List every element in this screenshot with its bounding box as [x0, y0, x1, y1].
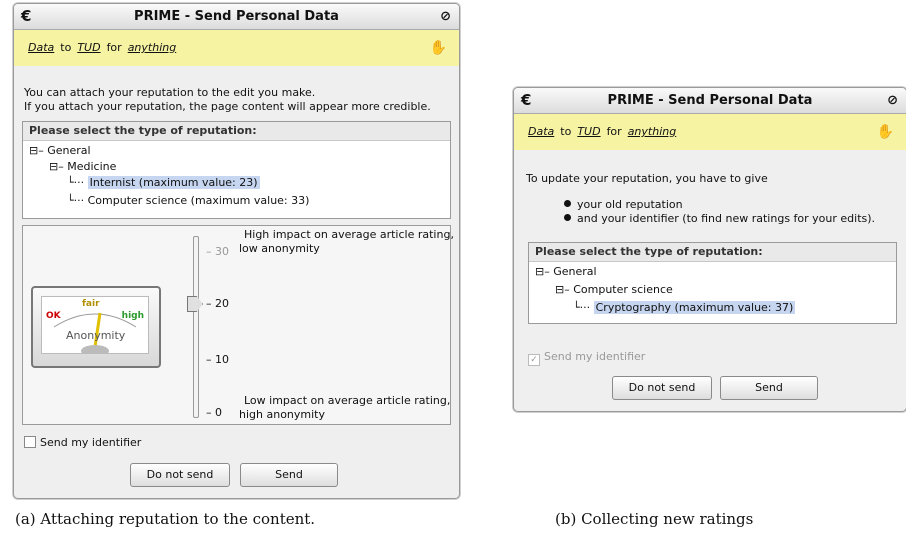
data-link[interactable]: Data: [28, 41, 54, 54]
bullet-old-reputation: your old reputation: [564, 198, 683, 211]
bullet-icon: [564, 214, 571, 221]
purpose-link[interactable]: anything: [128, 41, 177, 54]
tick-30-label: 30: [215, 245, 229, 258]
tree-label-general: General: [553, 265, 597, 278]
high-impact-note-2: low anonymity: [239, 242, 320, 255]
close-icon[interactable]: ⊘: [440, 4, 451, 29]
purpose-link[interactable]: anything: [628, 125, 677, 138]
banner-to: to: [560, 125, 572, 138]
close-icon[interactable]: ⊘: [887, 88, 898, 113]
tree-node-medicine[interactable]: ⊟– Medicine: [49, 160, 116, 173]
slider-tick-20: – 20: [206, 297, 229, 310]
guard-icon: ✋: [876, 124, 894, 140]
tree-label-medicine: Medicine: [67, 160, 117, 173]
low-impact-note-1: Low impact on average article rating,: [244, 394, 451, 407]
slider-tick-0: – 0: [206, 406, 222, 419]
tree-node-computer-science[interactable]: ⊟– Computer science: [555, 283, 673, 296]
bullet-label-1: your old reputation: [577, 198, 683, 211]
recipient-banner: Data to TUD for anything ✋: [514, 114, 906, 150]
checkbox-box[interactable]: [24, 436, 36, 448]
guard-icon: ✋: [429, 40, 447, 56]
rating-slider-track[interactable]: [193, 236, 199, 418]
reputation-type-panel: Please select the type of reputation: ⊟–…: [528, 242, 897, 324]
low-impact-note-2: high anonymity: [239, 408, 325, 421]
tree-label-general: General: [47, 144, 91, 157]
bullet-label-2: and your identifier (to find new ratings…: [577, 212, 876, 225]
window-title: PRIME - Send Personal Data: [134, 9, 339, 24]
tree-node-general[interactable]: ⊟– General: [535, 265, 597, 278]
tree-label-computer-science: Computer science (maximum value: 33): [87, 194, 310, 207]
bullet-identifier: and your identifier (to find new ratings…: [564, 212, 875, 225]
checkbox-label: Send my identifier: [40, 436, 142, 449]
send-identifier-checkbox[interactable]: Send my identifier: [24, 436, 141, 449]
recipient-link[interactable]: TUD: [577, 125, 600, 138]
tree-label-computer-science: Computer science: [573, 283, 673, 296]
c-logo-icon: €: [521, 91, 532, 109]
do-not-send-button[interactable]: Do not send: [130, 463, 230, 487]
data-link[interactable]: Data: [528, 125, 554, 138]
send-button[interactable]: Send: [240, 463, 338, 487]
dialog-attach-reputation: € PRIME - Send Personal Data ⊘ Data to TUD…: [13, 3, 460, 499]
tick-10-label: 10: [215, 353, 229, 366]
slider-tick-30: – 30: [206, 245, 229, 258]
intro-text-1: You can attach your reputation to the ed…: [24, 86, 316, 99]
window-title: PRIME - Send Personal Data: [607, 93, 813, 108]
tree-node-cryptography[interactable]: └··· Cryptography (maximum value: 37): [573, 301, 796, 314]
rating-slider-thumb[interactable]: [187, 296, 203, 312]
gauge-high-label: high: [121, 311, 144, 321]
tree-node-internist[interactable]: └··· Internist (maximum value: 23): [67, 176, 260, 189]
send-button[interactable]: Send: [720, 376, 818, 400]
title-bar: € PRIME - Send Personal Data ⊘: [514, 88, 906, 114]
caption-b: (b) Collecting new ratings: [555, 510, 754, 528]
checkbox-label: Send my identifier: [544, 350, 646, 363]
dialog-collect-ratings: € PRIME - Send Personal Data ⊘ Data to TUD…: [513, 87, 906, 412]
tree-label-cryptography: Cryptography (maximum value: 37): [593, 301, 796, 314]
caption-a: (a) Attaching reputation to the content.: [15, 510, 316, 528]
tree-node-computer-science[interactable]: └··· Computer science (maximum value: 33…: [67, 194, 309, 207]
do-not-send-button[interactable]: Do not send: [612, 376, 712, 400]
rating-impact-panel: OK fair high Anonymity – 30 – 20 – 10 – …: [22, 225, 454, 425]
gauge-fair-label: fair: [82, 299, 100, 309]
checkbox-checked-icon: ✓: [528, 354, 540, 366]
banner-for: for: [606, 125, 622, 138]
recipient-link[interactable]: TUD: [77, 41, 100, 54]
send-identifier-checkbox: ✓ Send my identifier: [528, 350, 645, 366]
tree-node-general[interactable]: ⊟– General: [29, 144, 91, 157]
panel-header: Please select the type of reputation:: [23, 122, 450, 141]
banner-for: for: [106, 41, 122, 54]
banner-to: to: [60, 41, 72, 54]
intro-text: To update your reputation, you have to g…: [526, 172, 768, 185]
reputation-type-panel: Please select the type of reputation: ⊟–…: [22, 121, 451, 219]
tree-label-internist: Internist (maximum value: 23): [87, 176, 260, 189]
tick-0-label: 0: [215, 406, 222, 419]
anonymity-gauge: OK fair high Anonymity: [31, 286, 161, 368]
gauge-anonymity-label: Anonymity: [66, 329, 126, 342]
bullet-icon: [564, 200, 571, 207]
panel-header: Please select the type of reputation:: [529, 243, 896, 262]
c-logo-icon: €: [21, 7, 32, 25]
gauge-ok-label: OK: [46, 311, 61, 321]
recipient-banner: Data to TUD for anything ✋: [14, 30, 459, 66]
title-bar: € PRIME - Send Personal Data ⊘: [14, 4, 459, 30]
tick-20-label: 20: [215, 297, 229, 310]
slider-tick-10: – 10: [206, 353, 229, 366]
high-impact-note-1: High impact on average article rating,: [244, 228, 454, 241]
intro-text-2: If you attach your reputation, the page …: [24, 100, 431, 113]
